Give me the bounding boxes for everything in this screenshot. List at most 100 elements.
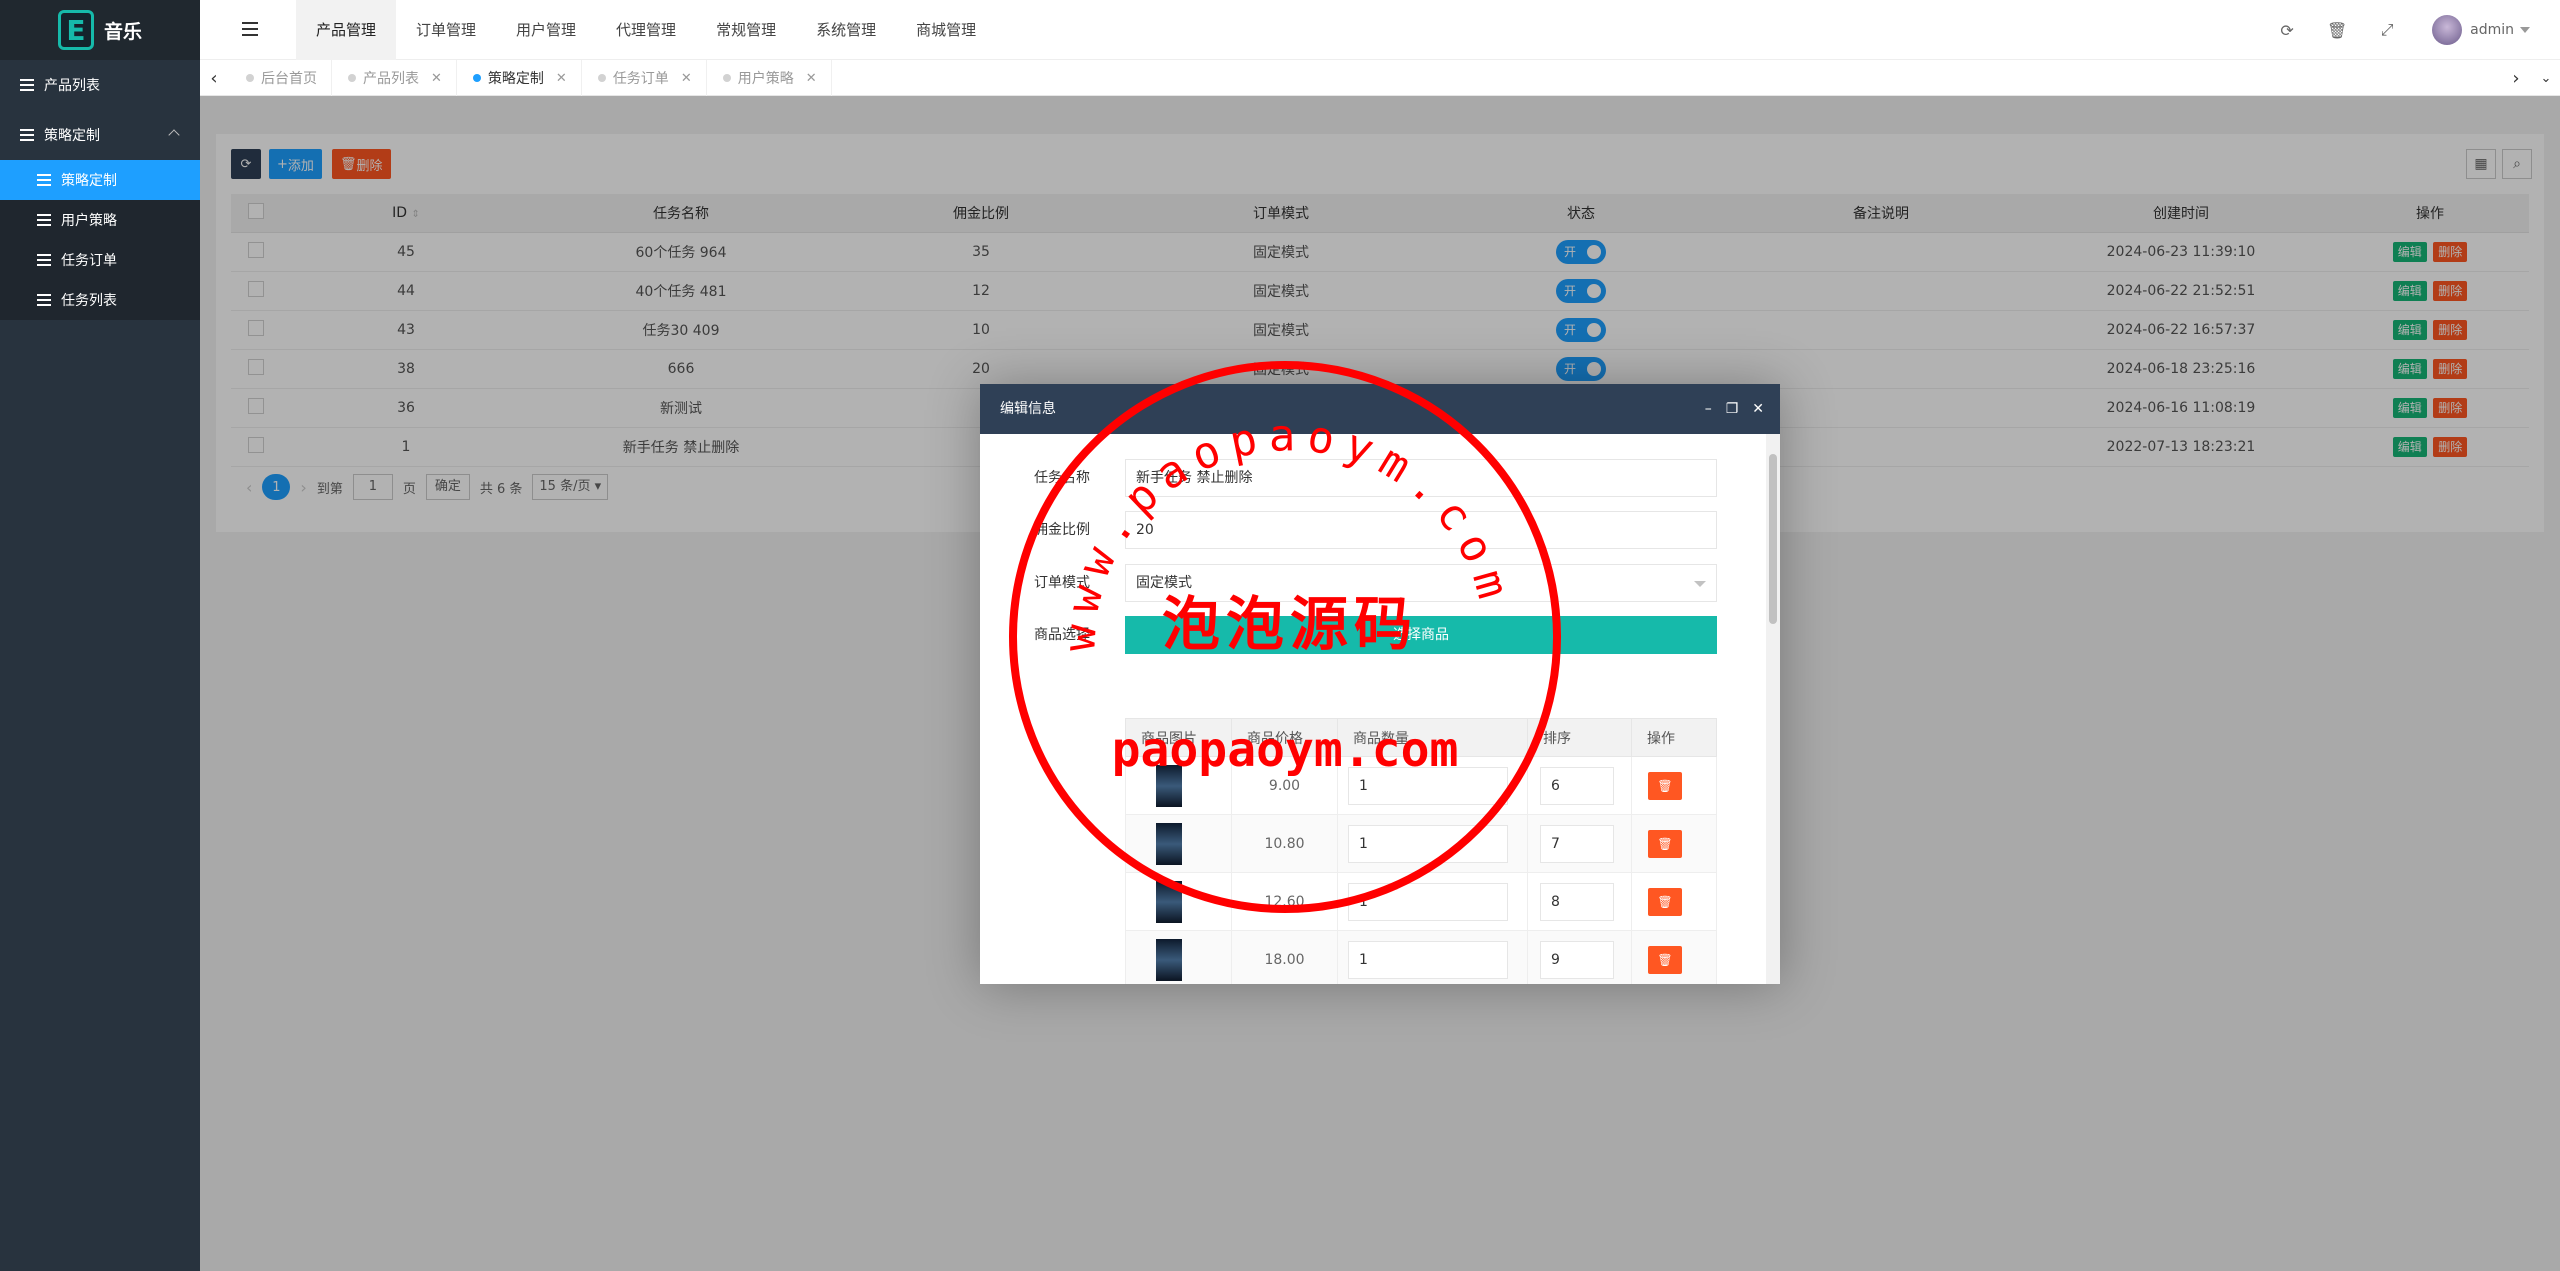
close-icon[interactable]: ✕ xyxy=(806,71,817,86)
tab-label: 任务订单 xyxy=(612,71,669,87)
close-icon[interactable]: ✕ xyxy=(556,71,567,86)
tab-dot xyxy=(722,74,731,82)
tab-prev-icon[interactable]: ‹ xyxy=(200,60,228,96)
goods-sort-cell: 8 xyxy=(1527,872,1632,931)
avatar[interactable] xyxy=(2432,15,2463,45)
tab-menu-icon[interactable]: ⌄ xyxy=(2532,60,2560,96)
logo-text: 音乐 xyxy=(103,20,142,43)
goods-action-cell: 🗑 xyxy=(1631,930,1717,984)
sidebar-subitem-task-list[interactable]: 任务列表 xyxy=(0,280,200,320)
top-nav-users[interactable]: 用户管理 xyxy=(496,0,596,60)
sidebar-item-strategy[interactable]: 策略定制 xyxy=(0,110,200,160)
tab-home[interactable]: 后台首页 xyxy=(230,60,332,96)
product-thumbnail xyxy=(1156,938,1182,981)
mode-select[interactable]: 固定模式 xyxy=(1125,564,1717,602)
header-right: ⟳ 🗑 ⤢ admin xyxy=(2262,0,2560,60)
name-label: 任务名称 xyxy=(1034,470,1090,486)
tab-label: 产品列表 xyxy=(363,71,419,87)
name-input[interactable]: 新手任务 禁止删除 xyxy=(1125,459,1717,497)
top-header: 产品管理 订单管理 用户管理 代理管理 常规管理 系统管理 商城管理 ⟳ 🗑 ⤢… xyxy=(200,0,2560,60)
modal-scrollbar[interactable] xyxy=(1766,434,1780,984)
logo[interactable]: E 音乐 xyxy=(0,0,200,60)
top-nav-orders[interactable]: 订单管理 xyxy=(396,0,496,60)
goods-image-cell xyxy=(1125,814,1232,873)
trash-icon[interactable]: 🗑 xyxy=(2312,21,2362,40)
tab-user-strategy[interactable]: 用户策略 ✕ xyxy=(707,60,832,96)
tab-product-list[interactable]: 产品列表 ✕ xyxy=(332,60,457,96)
sort-input[interactable]: 7 xyxy=(1540,824,1614,863)
trash-icon[interactable]: 🗑 xyxy=(1648,829,1682,858)
chevron-down-icon xyxy=(1694,581,1706,587)
refresh-icon[interactable]: ⟳ xyxy=(2262,21,2312,40)
goods-row: 12.60 1 8 🗑 xyxy=(1125,872,1717,931)
maximize-icon[interactable]: ❐ xyxy=(1726,384,1739,434)
qty-input[interactable]: 1 xyxy=(1348,940,1508,979)
top-nav-product[interactable]: 产品管理 xyxy=(296,0,397,60)
goods-qty-cell: 1 xyxy=(1337,872,1528,931)
tab-next-icon[interactable]: › xyxy=(2502,60,2530,96)
fullscreen-icon[interactable]: ⤢ xyxy=(2362,20,2412,40)
close-icon[interactable]: ✕ xyxy=(681,71,692,86)
select-goods-button[interactable]: 选择商品 xyxy=(1125,616,1717,654)
sort-input[interactable]: 9 xyxy=(1540,940,1614,979)
qty-input[interactable]: 1 xyxy=(1348,766,1508,805)
goods-label: 商品选择 xyxy=(1034,627,1090,643)
sort-input[interactable]: 8 xyxy=(1540,882,1614,921)
mode-label: 订单模式 xyxy=(1034,575,1090,591)
menu-toggle-icon[interactable] xyxy=(242,22,258,36)
modal-controls: – ❐ ✕ xyxy=(1705,384,1764,434)
tab-task-orders[interactable]: 任务订单 ✕ xyxy=(582,60,707,96)
top-nav-general[interactable]: 常规管理 xyxy=(696,0,796,60)
mode-value: 固定模式 xyxy=(1136,575,1192,591)
trash-icon[interactable]: 🗑 xyxy=(1648,887,1682,916)
trash-icon[interactable]: 🗑 xyxy=(1648,945,1682,974)
goods-header-qty: 商品数量 xyxy=(1337,718,1528,757)
sidebar-item-product-list[interactable]: 产品列表 xyxy=(0,60,200,110)
goods-qty-cell: 1 xyxy=(1337,814,1528,873)
goods-sort-cell: 6 xyxy=(1527,756,1632,815)
product-thumbnail xyxy=(1156,764,1182,807)
trash-icon[interactable]: 🗑 xyxy=(1648,771,1682,800)
scroll-thumb[interactable] xyxy=(1769,454,1777,624)
goods-action-cell: 🗑 xyxy=(1631,814,1717,873)
sidebar-subitem-label: 策略定制 xyxy=(61,173,117,189)
admin-name[interactable]: admin xyxy=(2470,22,2514,38)
sidebar-item-label: 产品列表 xyxy=(44,78,100,94)
tab-dot xyxy=(246,74,254,82)
top-nav-mall[interactable]: 商城管理 xyxy=(896,0,996,60)
list-icon xyxy=(20,79,34,91)
list-icon xyxy=(37,294,51,306)
qty-input[interactable]: 1 xyxy=(1348,882,1508,921)
goods-sort-cell: 7 xyxy=(1527,814,1632,873)
chevron-down-icon[interactable] xyxy=(2520,27,2530,33)
goods-image-cell xyxy=(1125,756,1232,815)
goods-row: 9.00 1 6 🗑 xyxy=(1125,756,1717,815)
edit-modal: 编辑信息 – ❐ ✕ 任务名称 新手任务 禁止删除 佣金比例 20 订单模式 固… xyxy=(980,384,1780,984)
goods-row: 10.80 1 7 🗑 xyxy=(1125,814,1717,873)
modal-title: 编辑信息 xyxy=(1000,401,1056,417)
goods-row: 18.00 1 9 🗑 xyxy=(1125,930,1717,984)
list-icon xyxy=(37,214,51,226)
goods-price: 18.00 xyxy=(1231,930,1338,984)
qty-input[interactable]: 1 xyxy=(1348,824,1508,863)
close-icon[interactable]: ✕ xyxy=(1752,384,1764,434)
sidebar-subitem-user-strategy[interactable]: 用户策略 xyxy=(0,200,200,240)
tab-strategy[interactable]: 策略定制 ✕ xyxy=(457,60,582,96)
list-icon xyxy=(37,174,51,186)
ratio-input[interactable]: 20 xyxy=(1125,511,1717,549)
goods-table: 商品图片 商品价格 商品数量 排序 操作 9.00 1 6 🗑 10.80 1 … xyxy=(1125,718,1717,984)
top-nav-agents[interactable]: 代理管理 xyxy=(596,0,696,60)
minimize-icon[interactable]: – xyxy=(1705,384,1712,434)
tab-bar: ‹ 后台首页 产品列表 ✕ 策略定制 ✕ 任务订单 ✕ 用户策略 ✕ › ⌄ xyxy=(200,60,2560,96)
goods-qty-cell: 1 xyxy=(1337,930,1528,984)
sidebar-item-label: 策略定制 xyxy=(44,128,100,144)
list-icon xyxy=(37,254,51,266)
sidebar-subitem-task-orders[interactable]: 任务订单 xyxy=(0,240,200,280)
close-icon[interactable]: ✕ xyxy=(431,71,442,86)
goods-header-image: 商品图片 xyxy=(1125,718,1232,757)
sidebar-subitem-strategy-custom[interactable]: 策略定制 xyxy=(0,160,200,200)
top-nav-system[interactable]: 系统管理 xyxy=(796,0,896,60)
form-row-name: 任务名称 新手任务 禁止删除 xyxy=(980,459,1766,497)
tab-label: 后台首页 xyxy=(261,71,317,87)
sort-input[interactable]: 6 xyxy=(1540,766,1614,805)
